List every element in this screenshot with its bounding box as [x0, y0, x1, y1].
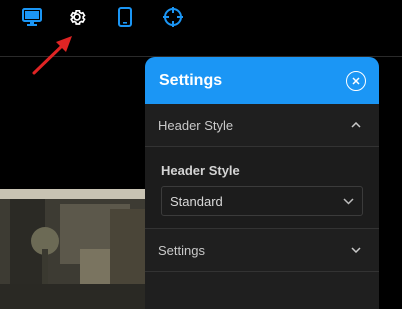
- red-arrow-annotation: [32, 36, 72, 75]
- close-icon: [352, 76, 360, 85]
- select-value: Standard: [170, 193, 223, 209]
- header-style-body: Header Style Standard: [145, 147, 379, 229]
- gear-icon[interactable]: [66, 6, 88, 28]
- chevron-down-icon: [343, 197, 354, 205]
- section-label: Header Style: [158, 117, 234, 133]
- panel-header: Settings: [145, 57, 379, 104]
- desktop-icon[interactable]: [21, 6, 43, 28]
- header-style-select[interactable]: Standard: [161, 186, 363, 216]
- section-header-style[interactable]: Header Style: [145, 104, 379, 147]
- chevron-up-icon: [351, 122, 361, 128]
- close-button[interactable]: [346, 70, 366, 91]
- chevron-down-icon: [351, 247, 361, 253]
- settings-panel: Settings Header Style Header Style Stand…: [145, 57, 379, 309]
- tablet-icon[interactable]: [114, 6, 136, 28]
- field-label: Header Style: [161, 163, 240, 178]
- section-label: Settings: [158, 242, 205, 258]
- background-photo: [0, 189, 150, 309]
- crosshair-icon[interactable]: [162, 6, 184, 28]
- section-settings[interactable]: Settings: [145, 229, 379, 272]
- panel-title: Settings: [159, 71, 223, 89]
